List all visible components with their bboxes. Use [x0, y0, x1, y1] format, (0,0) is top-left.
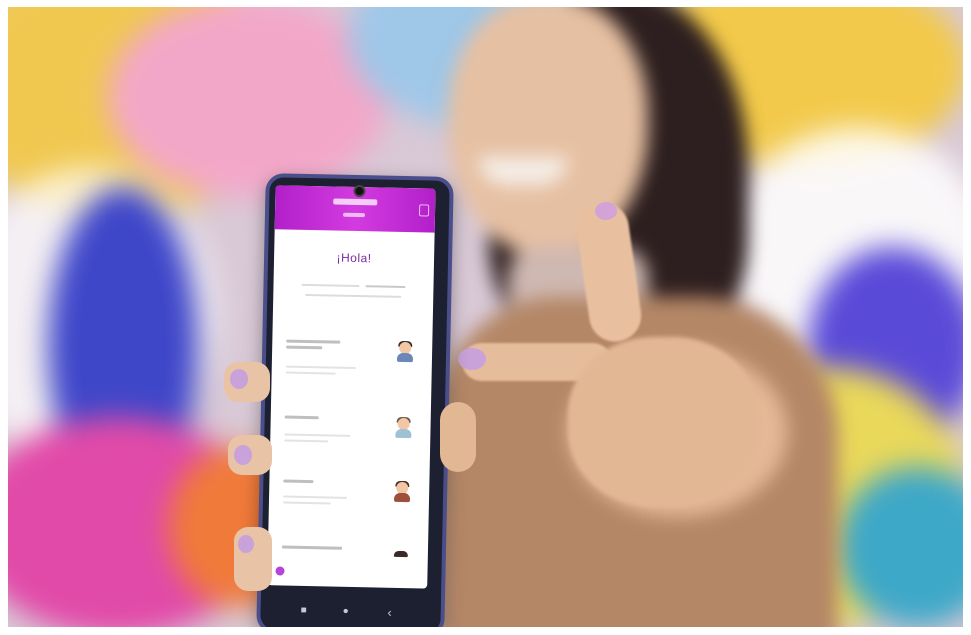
- avatar-icon: [393, 480, 411, 503]
- list-item[interactable]: [278, 475, 419, 528]
- back-icon[interactable]: ‹: [383, 605, 397, 620]
- list-item[interactable]: [277, 541, 418, 588]
- intro-line: [301, 283, 360, 288]
- intro-line: [305, 293, 402, 298]
- home-icon[interactable]: ●: [339, 605, 353, 619]
- avatar-icon: [396, 340, 414, 363]
- person-background: [8, 7, 963, 627]
- avatar-icon: [392, 550, 410, 572]
- recent-apps-icon[interactable]: ■: [297, 604, 311, 618]
- android-nav-bar: ■ ● ‹: [260, 593, 442, 627]
- app-logo: [333, 198, 378, 206]
- photo-frame: ¡Hola! ■ ● ‹: [8, 7, 963, 627]
- phone-screen: ¡Hola!: [267, 185, 436, 589]
- greeting-text: ¡Hola!: [336, 250, 372, 266]
- app-subtitle: [342, 212, 366, 218]
- list-item[interactable]: [281, 335, 422, 388]
- smartphone: ¡Hola! ■ ● ‹: [256, 173, 454, 627]
- intro-line: [365, 285, 406, 289]
- list-item[interactable]: [280, 411, 421, 464]
- avatar-icon: [394, 416, 412, 439]
- menu-icon[interactable]: [418, 204, 430, 217]
